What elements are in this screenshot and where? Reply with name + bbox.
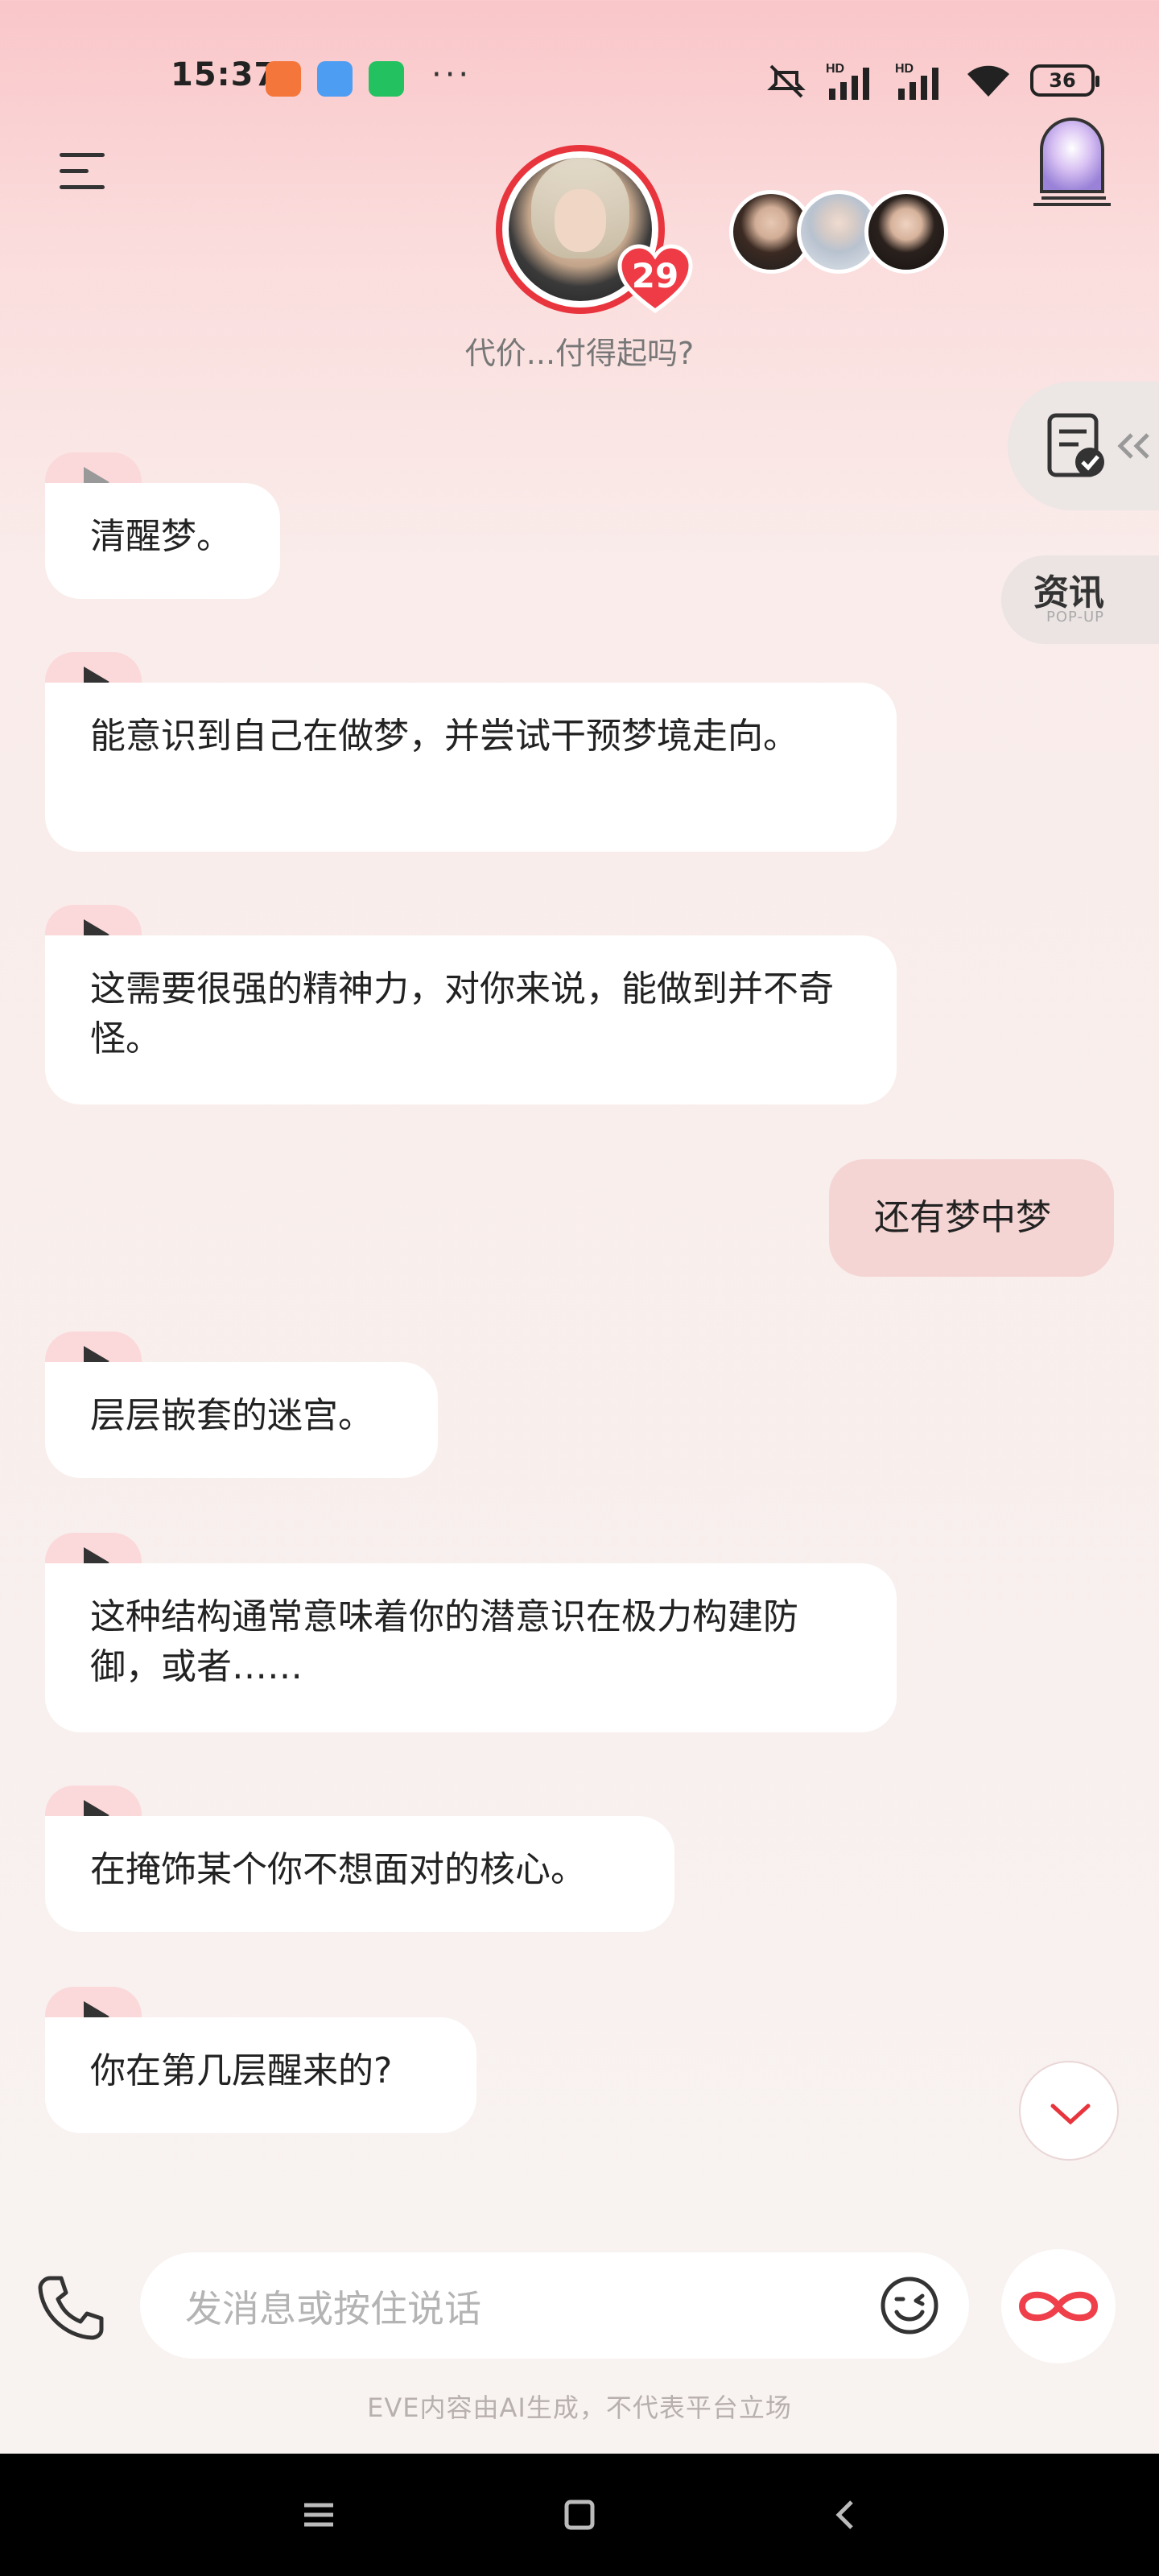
collapse-arrows-icon xyxy=(1117,433,1149,459)
stairs-door-icon xyxy=(1033,118,1111,206)
svg-text:HD: HD xyxy=(895,62,914,76)
message-bubble: 层层嵌套的迷宫。 xyxy=(45,1362,438,1478)
more-notifications-icon: ··· xyxy=(431,56,472,93)
signal-icon-2: HD xyxy=(895,62,938,100)
infinity-icon xyxy=(1018,2291,1099,2322)
message-bubble: 这需要很强的精神力，对你来说，能做到并不奇怪。 xyxy=(45,935,897,1104)
more-actions-button[interactable] xyxy=(1001,2249,1116,2363)
character-switcher[interactable] xyxy=(729,190,948,274)
message-bubble: 你在第几层醒来的? xyxy=(45,2017,476,2133)
status-time: 15:37 xyxy=(171,56,278,93)
emoji-icon xyxy=(881,2277,938,2334)
home-square-icon xyxy=(564,2500,595,2530)
message-bubble: 清醒梦。 xyxy=(45,483,280,599)
message-bubble: 在掩饰某个你不想面对的核心。 xyxy=(45,1816,674,1932)
home-button[interactable] xyxy=(551,2486,608,2544)
checklist-icon xyxy=(1047,413,1104,477)
scroll-to-bottom-button[interactable] xyxy=(1019,2061,1119,2161)
task-side-tab[interactable] xyxy=(1008,382,1159,510)
wifi-icon xyxy=(967,65,1009,97)
affection-count: 29 xyxy=(631,256,679,295)
status-bar: 15:37 ··· HD HD 36 xyxy=(0,0,1159,161)
menu-button[interactable] xyxy=(60,151,108,192)
message-bubble: 这种结构通常意味着你的潜意识在极力构建防御，或者…… xyxy=(45,1563,897,1732)
emoji-button[interactable] xyxy=(877,2273,942,2338)
character-avatar[interactable]: 29 xyxy=(496,145,693,314)
mi-store-icon xyxy=(266,61,301,97)
news-label: 资讯 xyxy=(1033,572,1104,613)
user-message-bubble: 还有梦中梦 xyxy=(829,1159,1114,1277)
character-tagline: 代价...付得起吗? xyxy=(464,336,695,371)
wallet-app-icon xyxy=(317,61,353,97)
svg-text:HD: HD xyxy=(826,62,844,76)
message-input-placeholder: 发消息或按住说话 xyxy=(185,2287,481,2330)
message-bubble: 能意识到自己在做梦，并尝试干预梦境走向。 xyxy=(45,683,897,852)
back-arrow-icon xyxy=(835,2500,853,2529)
signal-icon-1: HD xyxy=(826,62,869,100)
chevron-down-icon xyxy=(1050,2103,1091,2125)
status-icons: HD HD 36 xyxy=(765,60,1099,101)
phone-icon xyxy=(38,2276,104,2340)
message-input[interactable]: 发消息或按住说话 xyxy=(140,2252,969,2359)
system-nav-bar xyxy=(0,2454,1159,2576)
dream-stairs-button[interactable] xyxy=(1030,118,1114,208)
voice-call-button[interactable] xyxy=(35,2270,108,2343)
avatar[interactable] xyxy=(864,190,948,274)
ai-disclaimer: EVE内容由AI生成，不代表平台立场 xyxy=(367,2392,792,2423)
recent-apps-button[interactable] xyxy=(290,2486,348,2544)
back-button[interactable] xyxy=(818,2486,876,2544)
affection-badge: 29 xyxy=(617,242,694,319)
news-side-tab[interactable]: 资讯 POP-UP xyxy=(1001,555,1159,644)
wechat-icon xyxy=(369,61,404,97)
news-sublabel: POP-UP xyxy=(1046,609,1105,625)
menu-icon xyxy=(304,2503,333,2527)
battery-indicator: 36 xyxy=(1030,64,1099,97)
mute-vibrate-icon xyxy=(767,64,806,98)
